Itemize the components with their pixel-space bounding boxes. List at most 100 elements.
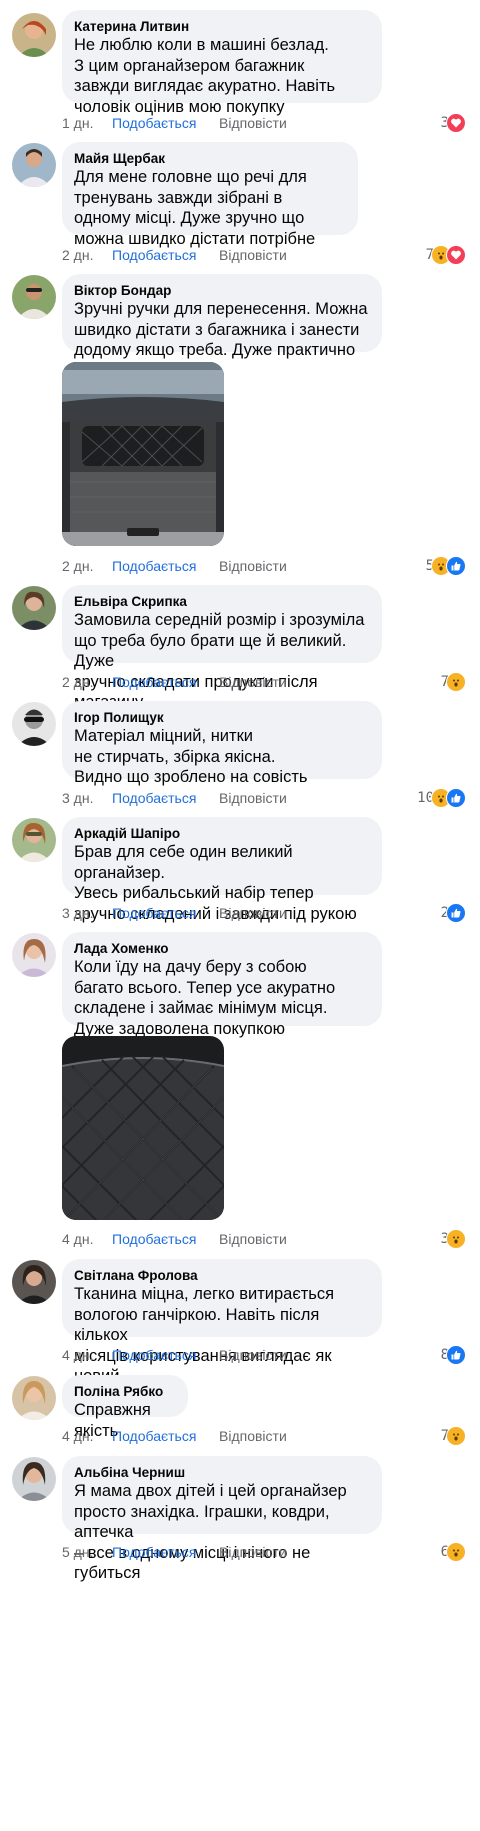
comment-bubble: Віктор Бондар Зручні ручки для перенесен… (62, 274, 382, 359)
comment-author[interactable]: Ельвіра Скрипка (74, 593, 370, 610)
like-button[interactable]: Подобається (112, 1542, 219, 1562)
like-button[interactable]: Подобається (112, 1345, 219, 1365)
comment-author[interactable]: Лада Хоменко (74, 940, 370, 957)
comment-actions: 2 дн. Подобається Відповісти (62, 556, 287, 576)
like-icon (446, 903, 466, 923)
comment-actions: 1 дн. Подобається Відповісти (62, 113, 287, 133)
comment-time[interactable]: 3 дн. (62, 788, 112, 808)
comment-author[interactable]: Світлана Фролова (74, 1267, 370, 1284)
comment-actions: 4 дн. Подобається Відповісти (62, 1229, 287, 1249)
comment-bubble: Альбіна Черниш Я мама двох дітей і цей о… (62, 1456, 382, 1582)
wow-icon (446, 1426, 466, 1446)
heart-icon (446, 113, 466, 133)
comment-text: Матеріал міцний, нитки не стирчать, збір… (74, 727, 308, 786)
reply-button[interactable]: Відповісти (219, 672, 287, 692)
reactions[interactable]: 3 (441, 1229, 466, 1249)
like-button[interactable]: Подобається (112, 903, 219, 923)
reactions[interactable]: 7 (441, 1426, 466, 1446)
comment-actions: 3 дн. Подобається Відповісти (62, 788, 287, 808)
comment-actions: 2 дн. Подобається Відповісти (62, 672, 287, 692)
comment-time[interactable]: 4 дн. (62, 1345, 112, 1365)
reply-button[interactable]: Відповісти (219, 1229, 287, 1249)
comment-bubble: Світлана Фролова Тканина міцна, легко ви… (62, 1259, 382, 1385)
comment-bubble: Аркадій Шапіро Брав для себе один велики… (62, 817, 382, 923)
avatar[interactable] (12, 702, 56, 746)
comment-bubble: Майя Щербак Для мене головне що речі для… (62, 142, 358, 248)
reactions[interactable]: 10 (417, 788, 466, 808)
reply-button[interactable]: Відповісти (219, 113, 287, 133)
like-button[interactable]: Подобається (112, 556, 219, 576)
like-icon (446, 1345, 466, 1365)
reply-button[interactable]: Відповісти (219, 1426, 287, 1446)
reply-button[interactable]: Відповісти (219, 1542, 287, 1562)
heart-icon (446, 245, 466, 265)
comment-time[interactable]: 4 дн. (62, 1426, 112, 1446)
reactions[interactable]: 3 (441, 113, 466, 133)
comment-photo[interactable] (62, 362, 224, 546)
avatar[interactable] (12, 933, 56, 977)
comment-bubble: Лада Хоменко Коли їду на дачу беру з соб… (62, 932, 382, 1038)
comment-bubble: Ігор Полищук Матеріал міцний, нитки не с… (62, 701, 382, 786)
comment-text: Для мене головне що речі для тренувань з… (74, 168, 316, 248)
comment-bubble: Катерина Литвин Не люблю коли в машині б… (62, 10, 382, 116)
comment-text: Я мама двох дітей і цей органайзер прост… (74, 1482, 347, 1582)
reactions[interactable]: 6 (441, 1542, 466, 1562)
comment-time[interactable]: 2 дн. (62, 672, 112, 692)
avatar[interactable] (12, 1260, 56, 1304)
like-icon (446, 788, 466, 808)
like-button[interactable]: Подобається (112, 788, 219, 808)
comment-author[interactable]: Аркадій Шапіро (74, 825, 370, 842)
comment-author[interactable]: Катерина Литвин (74, 18, 370, 35)
like-icon (446, 556, 466, 576)
avatar[interactable] (12, 818, 56, 862)
comment-time[interactable]: 3 дн. (62, 903, 112, 923)
comment-author[interactable]: Ігор Полищук (74, 709, 370, 726)
comment-text: Коли їду на дачу беру з собою багато всь… (74, 958, 336, 1038)
comment-author[interactable]: Віктор Бондар (74, 282, 370, 299)
like-button[interactable]: Подобається (112, 672, 219, 692)
avatar[interactable] (12, 143, 56, 187)
avatar[interactable] (12, 275, 56, 319)
avatar[interactable] (12, 13, 56, 57)
wow-icon (446, 672, 466, 692)
comment-text: Замовила середній розмір і зрозуміла що … (74, 611, 365, 711)
like-button[interactable]: Подобається (112, 245, 219, 265)
reply-button[interactable]: Відповісти (219, 1345, 287, 1365)
like-button[interactable]: Подобається (112, 113, 219, 133)
reply-button[interactable]: Відповісти (219, 556, 287, 576)
reply-button[interactable]: Відповісти (219, 245, 287, 265)
comment-author[interactable]: Майя Щербак (74, 150, 346, 167)
wow-icon (446, 1542, 466, 1562)
comment-photo[interactable] (62, 1036, 224, 1220)
wow-icon (446, 1229, 466, 1249)
comment-time[interactable]: 5 дн. (62, 1542, 112, 1562)
reactions[interactable]: 7 (441, 672, 466, 692)
comment-time[interactable]: 1 дн. (62, 113, 112, 133)
comment-time[interactable]: 2 дн. (62, 556, 112, 576)
like-button[interactable]: Подобається (112, 1229, 219, 1249)
reactions[interactable]: 2 (441, 903, 466, 923)
comment-bubble: Ельвіра Скрипка Замовила середній розмір… (62, 585, 382, 711)
comment-text: Не люблю коли в машині безлад. З цим орг… (74, 36, 336, 116)
avatar[interactable] (12, 1457, 56, 1501)
comment-author[interactable]: Поліна Рябко (74, 1383, 176, 1400)
comment-actions: 4 дн. Подобається Відповісти (62, 1426, 287, 1446)
comment-text: Зручні ручки для перенесення. Можна швид… (74, 300, 368, 359)
reply-button[interactable]: Відповісти (219, 788, 287, 808)
avatar[interactable] (12, 1376, 56, 1420)
like-button[interactable]: Подобається (112, 1426, 219, 1446)
reactions[interactable]: 7 (426, 245, 466, 265)
reactions[interactable]: 5 (426, 556, 466, 576)
comment-actions: 5 дн. Подобається Відповісти (62, 1542, 287, 1562)
comment-actions: 3 дн. Подобається Відповісти (62, 903, 287, 923)
comment-time[interactable]: 2 дн. (62, 245, 112, 265)
reply-button[interactable]: Відповісти (219, 903, 287, 923)
comment-actions: 4 дн. Подобається Відповісти (62, 1345, 287, 1365)
comment-time[interactable]: 4 дн. (62, 1229, 112, 1249)
comment-text: Тканина міцна, легко витирається вологою… (74, 1285, 335, 1385)
reactions[interactable]: 8 (441, 1345, 466, 1365)
comment-actions: 2 дн. Подобається Відповісти (62, 245, 287, 265)
avatar[interactable] (12, 586, 56, 630)
comment-author[interactable]: Альбіна Черниш (74, 1464, 370, 1481)
comment-bubble: Поліна Рябко Справжня якість (62, 1375, 188, 1440)
